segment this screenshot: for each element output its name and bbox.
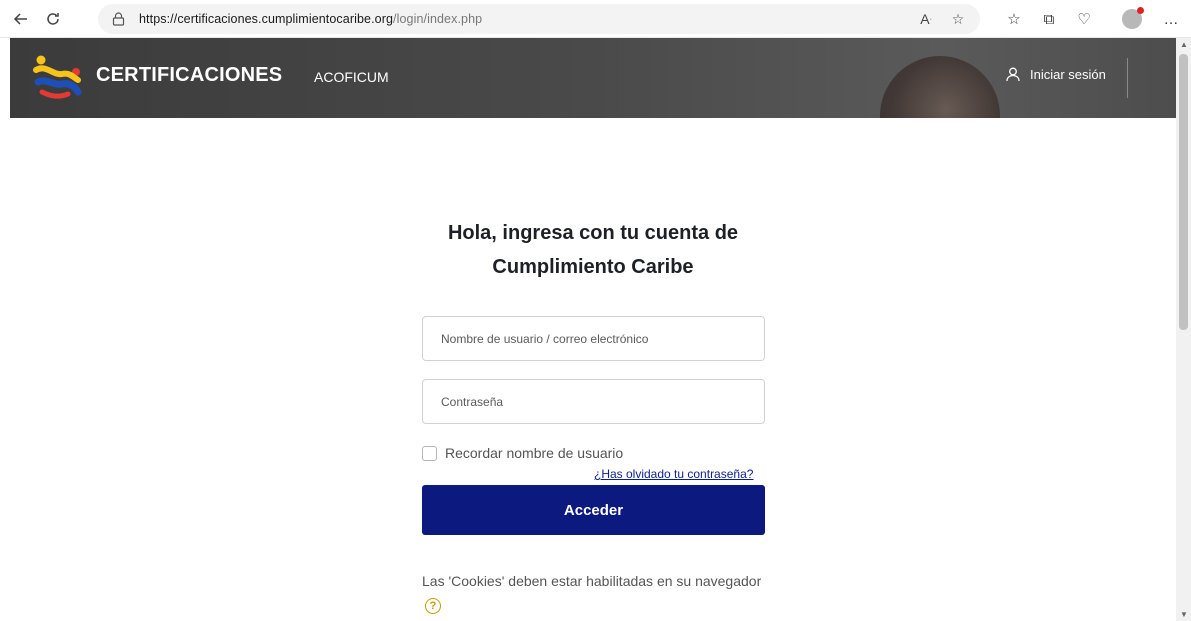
login-title-line1: Hola, ingresa con tu cuenta de <box>447 222 739 244</box>
address-bar[interactable]: https://certificaciones.cumplimientocari… <box>98 4 980 34</box>
scroll-down-arrow-icon[interactable]: ▼ <box>1180 610 1188 619</box>
brand-title[interactable]: CERTIFICACIONES <box>96 64 282 87</box>
login-title-line2: Cumplimiento Caribe <box>492 256 694 278</box>
header-background-photo <box>880 56 1000 118</box>
user-icon <box>1006 67 1020 82</box>
profile-avatar[interactable] <box>1122 7 1144 29</box>
login-label: Iniciar sesión <box>1030 67 1106 82</box>
login-submit-button[interactable]: Acceder <box>422 485 765 535</box>
header-divider <box>1127 58 1128 98</box>
remember-label: Recordar nombre de usuario <box>445 445 624 461</box>
lock-icon[interactable] <box>112 12 126 26</box>
url-text[interactable]: https://certificaciones.cumplimientocari… <box>139 12 482 26</box>
url-host: https://certificaciones.cumplimientocari… <box>139 12 394 26</box>
site-header: CERTIFICACIONES ACOFICUM Iniciar sesión <box>10 38 1176 118</box>
remember-username[interactable]: Recordar nombre de usuario <box>422 445 623 461</box>
collections-icon[interactable]: ⧉ <box>1038 8 1060 30</box>
url-path: /login/index.php <box>393 12 483 26</box>
scroll-up-arrow-icon[interactable]: ▲ <box>1180 40 1188 49</box>
remember-checkbox[interactable] <box>422 445 437 461</box>
read-aloud-icon[interactable]: Aᐧ <box>916 9 936 29</box>
site-logo[interactable] <box>32 52 84 104</box>
scroll-thumb[interactable] <box>1179 54 1188 330</box>
cookies-note: Las 'Cookies' deben estar habilitadas en… <box>422 573 762 589</box>
username-input[interactable] <box>422 316 765 361</box>
page-scrollbar[interactable]: ▲ ▼ <box>1176 38 1191 621</box>
password-input[interactable] <box>422 379 765 424</box>
more-menu-icon[interactable]: … <box>1160 8 1182 30</box>
browser-toolbar: https://certificaciones.cumplimientocari… <box>0 0 1191 38</box>
login-link[interactable]: Iniciar sesión <box>1006 67 1106 82</box>
help-question-icon[interactable]: ? <box>425 598 441 614</box>
forgot-password-link[interactable]: ¿Has olvidado tu contraseña? <box>594 467 753 481</box>
favorite-star-icon[interactable]: ☆ <box>948 9 968 29</box>
reload-icon[interactable] <box>40 6 66 32</box>
login-title: Hola, ingresa con tu cuenta de Cumplimie… <box>393 216 793 284</box>
favorites-list-icon[interactable]: ☆ <box>1003 8 1025 30</box>
browser-essentials-icon[interactable]: ♡ <box>1073 8 1095 30</box>
back-arrow-icon[interactable] <box>8 6 34 32</box>
nav-link-acoficum[interactable]: ACOFICUM <box>314 69 389 85</box>
